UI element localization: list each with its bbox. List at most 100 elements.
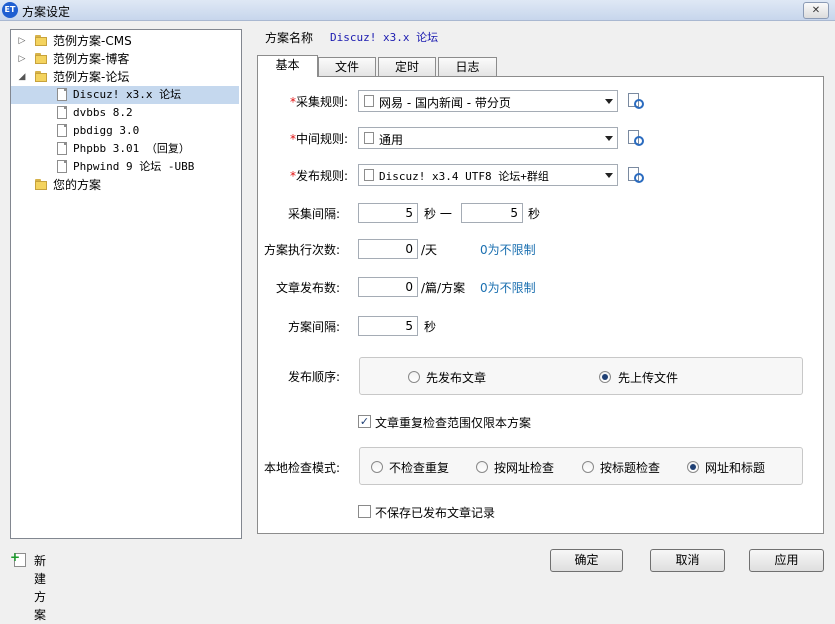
folder-icon (35, 179, 47, 190)
plan-interval-input[interactable]: 5 (358, 316, 418, 336)
middle-rule-value: 通用 (379, 133, 404, 147)
exec-count-hint: 0为不限制 (480, 243, 536, 257)
expand-icon[interactable]: ▷ (17, 50, 27, 68)
local-check-mode-label: 本地检查模式: (263, 461, 340, 475)
folder-icon (35, 35, 47, 46)
window-title: 方案设定 (22, 5, 71, 19)
tree-item-phpbb[interactable]: Phpbb 3.01 （回复） (11, 140, 239, 158)
close-button[interactable]: ✕ (803, 2, 829, 19)
expand-icon[interactable]: ▷ (17, 32, 27, 50)
local-check-option-label: 按标题检查 (600, 461, 661, 475)
publish-count-input[interactable]: 0 (358, 277, 418, 297)
url-and-title-radio[interactable] (687, 461, 699, 473)
tree-item-pbdigg[interactable]: pbdigg 3.0 (11, 122, 239, 140)
dup-check-label: 文章重复检查范围仅限本方案 (375, 416, 532, 430)
tree-item-label: Phpbb 3.01 （回复） (73, 142, 190, 155)
tree-item-label: Phpwind 9 论坛 -UBB (73, 160, 195, 173)
publish-order-label: 发布顺序: (287, 370, 340, 384)
document-icon (364, 132, 374, 144)
tree-item-cms[interactable]: ▷ 范例方案-CMS (11, 32, 239, 50)
folder-icon (35, 53, 47, 64)
interval-separator: 秒 一 (424, 207, 452, 221)
dup-check-checkbox[interactable]: ✓ (358, 415, 371, 428)
chevron-down-icon (605, 99, 613, 104)
collect-rule-label: *采集规则: (289, 95, 348, 109)
new-plan-label: 新建方案 (34, 554, 47, 622)
document-icon (57, 124, 67, 137)
tree-item-dvbbs[interactable]: dvbbs 8.2 (11, 104, 239, 122)
tree-item-label: dvbbs 8.2 (73, 106, 133, 119)
document-icon (57, 142, 67, 155)
collect-rule-search-icon[interactable] (626, 92, 644, 110)
local-check-mode-group: 不检查重复 按网址检查 按标题检查 网址和标题 (359, 447, 803, 485)
document-icon (57, 160, 67, 173)
app-icon: ET (2, 2, 18, 18)
interval-from-input[interactable]: 5 (358, 203, 418, 223)
middle-rule-select[interactable]: 通用 (358, 127, 618, 149)
interval-to-input[interactable]: 5 (461, 203, 523, 223)
tree-item-label: 您的方案 (53, 178, 102, 192)
tree-item-label: Discuz! x3.x 论坛 (73, 88, 182, 101)
tree-item-discuz[interactable]: Discuz! x3.x 论坛 (11, 86, 239, 104)
ok-button[interactable]: 确定 (550, 549, 623, 572)
no-dup-check-radio[interactable] (371, 461, 383, 473)
folder-icon (35, 71, 47, 82)
check-by-title-radio[interactable] (582, 461, 594, 473)
tree-item-label: pbdigg 3.0 (73, 124, 140, 137)
tree-item-label: 范例方案-论坛 (53, 70, 130, 84)
local-check-option-label: 按网址检查 (494, 461, 555, 475)
local-check-option-label: 网址和标题 (705, 461, 766, 475)
local-check-option-label: 不检查重复 (389, 461, 450, 475)
publish-count-hint: 0为不限制 (480, 281, 536, 295)
publish-rule-value: Discuz! x3.4 UTF8 论坛+群组 (379, 170, 549, 183)
tab-basic[interactable]: 基本 (257, 55, 318, 77)
publish-rule-label: *发布规则: (289, 169, 348, 183)
publish-article-first-radio[interactable] (408, 371, 420, 383)
exec-count-label: 方案执行次数: (263, 243, 340, 257)
collect-rule-value: 网易 - 国内新闻 - 带分页 (379, 96, 511, 110)
tab-log[interactable]: 日志 (438, 57, 497, 76)
tree-item-label: 范例方案-CMS (53, 34, 132, 48)
document-icon (364, 169, 374, 181)
no-save-record-label: 不保存已发布文章记录 (375, 506, 496, 520)
publish-count-unit: /篇/方案 (421, 281, 466, 295)
exec-count-input[interactable]: 0 (358, 239, 418, 259)
check-by-url-radio[interactable] (476, 461, 488, 473)
tree-item-label: 范例方案-博客 (53, 52, 130, 66)
document-icon (57, 106, 67, 119)
apply-button[interactable]: 应用 (749, 549, 824, 572)
publish-rule-select[interactable]: Discuz! x3.4 UTF8 论坛+群组 (358, 164, 618, 186)
collect-interval-label: 采集间隔: (287, 207, 340, 221)
publish-order-group: 先发布文章 先上传文件 (359, 357, 803, 395)
tree-item-phpwind[interactable]: Phpwind 9 论坛 -UBB (11, 158, 239, 176)
upload-file-first-radio[interactable] (599, 371, 611, 383)
new-document-icon (10, 548, 26, 567)
exec-count-unit: /天 (421, 243, 438, 257)
basic-settings-panel: *采集规则: 网易 - 国内新闻 - 带分页 *中间规则: 通用 *发布规则: … (257, 76, 824, 534)
publish-count-label: 文章发布数: (275, 281, 340, 295)
title-bar: ET 方案设定 ✕ (0, 0, 835, 21)
tree-item-forum[interactable]: ◢ 范例方案-论坛 (11, 68, 239, 86)
middle-rule-label: *中间规则: (289, 132, 348, 146)
no-save-record-checkbox[interactable] (358, 505, 371, 518)
plan-interval-label: 方案间隔: (287, 320, 340, 334)
document-icon (57, 88, 67, 101)
plan-name-value: Discuz! x3.x 论坛 (330, 31, 439, 44)
collect-rule-select[interactable]: 网易 - 国内新闻 - 带分页 (358, 90, 618, 112)
chevron-down-icon (605, 136, 613, 141)
publish-order-option-label: 先上传文件 (618, 371, 679, 385)
cancel-button[interactable]: 取消 (650, 549, 725, 572)
interval-unit: 秒 (528, 207, 541, 221)
publish-rule-search-icon[interactable] (626, 166, 644, 184)
tab-schedule[interactable]: 定时 (378, 57, 436, 76)
middle-rule-search-icon[interactable] (626, 129, 644, 147)
plan-interval-unit: 秒 (424, 320, 437, 334)
plan-tree[interactable]: ▷ 范例方案-CMS ▷ 范例方案-博客 ◢ 范例方案-论坛 Discuz! x… (10, 29, 242, 539)
document-icon (364, 95, 374, 107)
collapse-icon[interactable]: ◢ (17, 68, 27, 86)
tab-file[interactable]: 文件 (318, 57, 376, 76)
publish-order-option-label: 先发布文章 (426, 371, 487, 385)
chevron-down-icon (605, 173, 613, 178)
tree-item-your-plans[interactable]: 您的方案 (11, 176, 239, 194)
tree-item-blog[interactable]: ▷ 范例方案-博客 (11, 50, 239, 68)
